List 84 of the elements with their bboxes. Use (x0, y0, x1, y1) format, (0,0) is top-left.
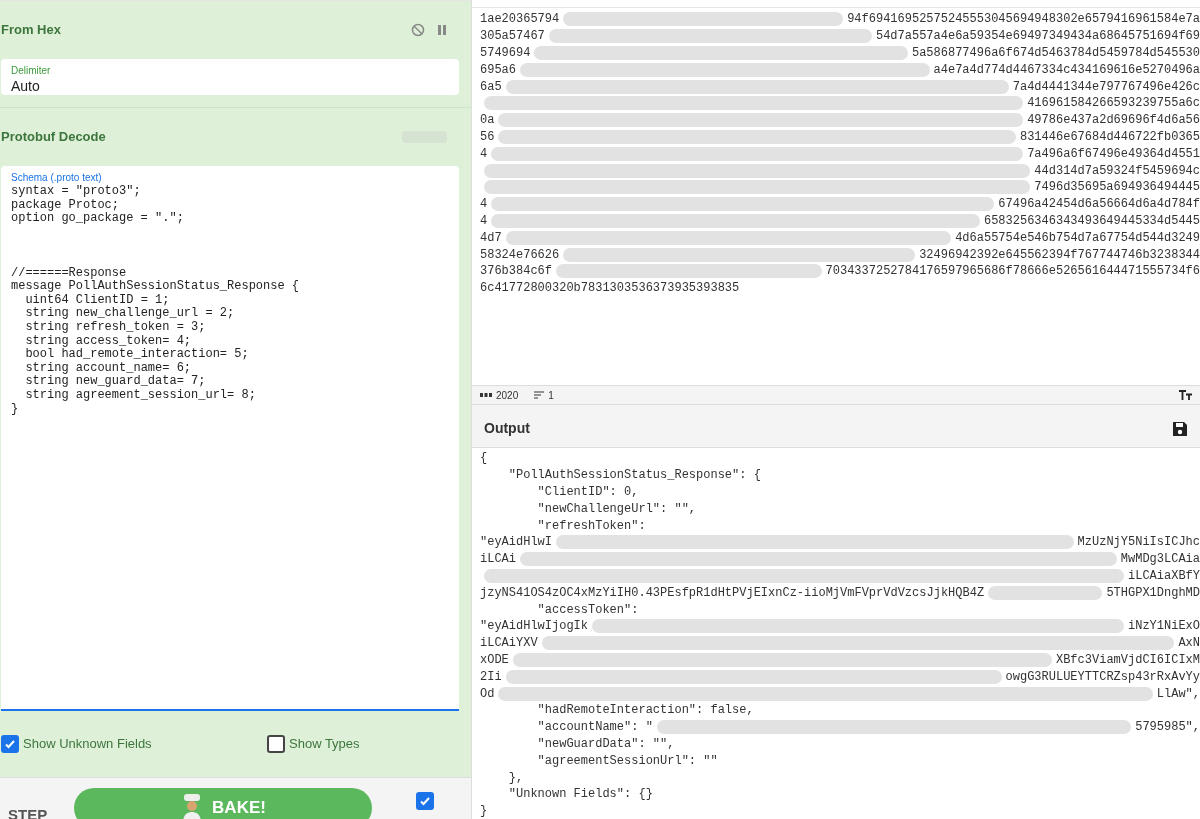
code-text: 7a496a6f67496e49364d4551 (1027, 145, 1200, 163)
code-text: 67496a42454d6a56664d6a4d784f (998, 196, 1200, 214)
code-text: iLCAiYXV (480, 635, 538, 653)
code-text: 4 (480, 145, 488, 163)
code-text: "Unknown Fields": {} (507, 786, 653, 804)
checkbox[interactable] (267, 735, 285, 753)
code-text: 6a5 (480, 78, 502, 96)
code-text: 376b384c6f (480, 263, 552, 281)
code-text: 5795985", (1135, 719, 1200, 737)
code-text: "newChallengeUrl": "", (536, 500, 697, 518)
field-value: Auto (11, 78, 41, 94)
output-title: Output (484, 419, 530, 438)
field-label: Delimiter (11, 64, 52, 78)
code-text: 7034337252784176597965686f78666e526561644471555734f6 (825, 263, 1200, 281)
code-text: Od (480, 685, 495, 703)
code-text: "agreementSessionUrl": "" (536, 752, 718, 770)
code-text: iNzY1NiExO (1128, 618, 1200, 636)
operation-title: From Hex (1, 21, 61, 40)
code-text: 1ae20365794 (480, 11, 560, 29)
delimiter-field[interactable]: Delimiter Auto (1, 59, 459, 95)
field-label: Schema (.proto text) (11, 171, 103, 185)
code-text: 58324e76626 (480, 246, 560, 264)
code-text: } (480, 803, 488, 819)
code-text: 831446e67684d446722fb0365 (1019, 129, 1200, 146)
code-text: }, (507, 769, 524, 787)
code-text: MzUzNjY5NiIsICJhc (1077, 534, 1200, 552)
code-text: 54d7a557a4e6a59354e69497349434a68645751694f69 (875, 28, 1200, 46)
code-text: 44d314d7a59324f5459694c (1034, 162, 1200, 180)
code-text: 305a57467 (480, 28, 545, 46)
pause-icon[interactable] (437, 24, 447, 36)
code-text: 7a4d4441344e797767496e426c (1012, 78, 1200, 96)
code-text: MwMDg3LCAia (1120, 551, 1200, 569)
code-text: "hadRemoteInteraction": false, (536, 702, 754, 720)
operation-title: Protobuf Decode (1, 128, 106, 147)
code-text: { (480, 450, 488, 468)
code-text: "accessToken": (536, 601, 639, 619)
code-text: 49786e437a2d69696f4d6a56 (1027, 112, 1200, 130)
code-text: 4d6a55754e546b754d7a67754d544d3249 (955, 229, 1200, 247)
code-text: a4e7a4d774d4467334c434169616e5270496a (933, 61, 1200, 79)
line-count: 1 (548, 388, 554, 403)
checkbox[interactable] (416, 792, 434, 810)
code-text: owgG3RULUEYTTCRZsp43rRxAvYy (1005, 668, 1200, 686)
code-text: "newGuardData": "", (536, 735, 675, 753)
code-text: 6c41772800320b7831303536373935393835 (480, 280, 740, 298)
schema-field[interactable]: Schema (.proto text) syntax = "proto3"; package Protoc; option go_package = "."; //======Response message PollAuthSessionStatus_Response { uint64 ClientID = 1; string new_challenge_url = 2; string refresh_token = 3; string access_token= 4; bool had_remote_interaction= 5; string account_name= 6; string new_guard_data= 7; string agreement_session_url= 8; } (1, 166, 459, 711)
code-text: 5749694 (480, 45, 531, 62)
save-icon[interactable] (1172, 420, 1188, 437)
code-text: "eyAidHlwI (480, 534, 552, 552)
code-text: 416961584266593239755a6c (1027, 95, 1200, 113)
length-count: 2020 (496, 388, 519, 403)
code-text: 0a (480, 112, 495, 130)
code-text: 94f69416952575245553045694948302e6579416961584e7a (847, 11, 1200, 29)
option-label: Show Types (289, 735, 360, 754)
check-icon (419, 795, 431, 807)
code-text: 695a6 (480, 61, 516, 79)
code-text: XBfc3ViamVjdCI6ICIxM (1055, 651, 1200, 669)
code-text: jzyNS41OS4zOC4xMzYiIH0.43PEsfpR1dHtPVjEIxnCz-iioMjVmFVprVdVzcsJjkHQB4Z (480, 584, 985, 602)
code-text: iLCAi (480, 551, 516, 569)
code-text: "refreshToken": (536, 517, 646, 535)
length-icon (480, 392, 492, 398)
code-text: "accountName": " (536, 719, 653, 737)
code-text: "eyAidHlwIjogIk (480, 618, 589, 636)
code-text: "ClientID": 0, (536, 484, 639, 501)
code-text: 7496d35695a694936494445 (1034, 179, 1200, 197)
code-text: 6583256346343493649445334d5445 (983, 212, 1200, 230)
option-label: Show Unknown Fields (23, 735, 152, 754)
checkbox[interactable] (1, 735, 19, 753)
code-text: 5a586877496a6f674d5463784d5459784d545530 (911, 45, 1200, 62)
code-text: 5THGPX1DnghMD (1106, 584, 1200, 602)
code-text: 2Ii (480, 668, 502, 686)
code-text: iLCAiaXBfY (1128, 568, 1200, 585)
font-size-icon[interactable] (1179, 390, 1192, 400)
code-text: AxN (1178, 635, 1200, 653)
code-text: "PollAuthSessionStatus_Response": { (507, 467, 761, 485)
code-text: 4 (480, 196, 488, 214)
code-text: LlAw", (1156, 685, 1200, 703)
code-text: 4d7 (480, 229, 502, 247)
code-text: 56 (480, 129, 495, 146)
lines-icon (534, 391, 545, 399)
check-icon (4, 738, 16, 750)
code-text: 4 (480, 212, 488, 230)
disable-icon[interactable] (411, 23, 425, 37)
code-text: 32496942392e645562394f767744746b3238344 (919, 246, 1200, 264)
code-text: xODE (480, 651, 509, 669)
